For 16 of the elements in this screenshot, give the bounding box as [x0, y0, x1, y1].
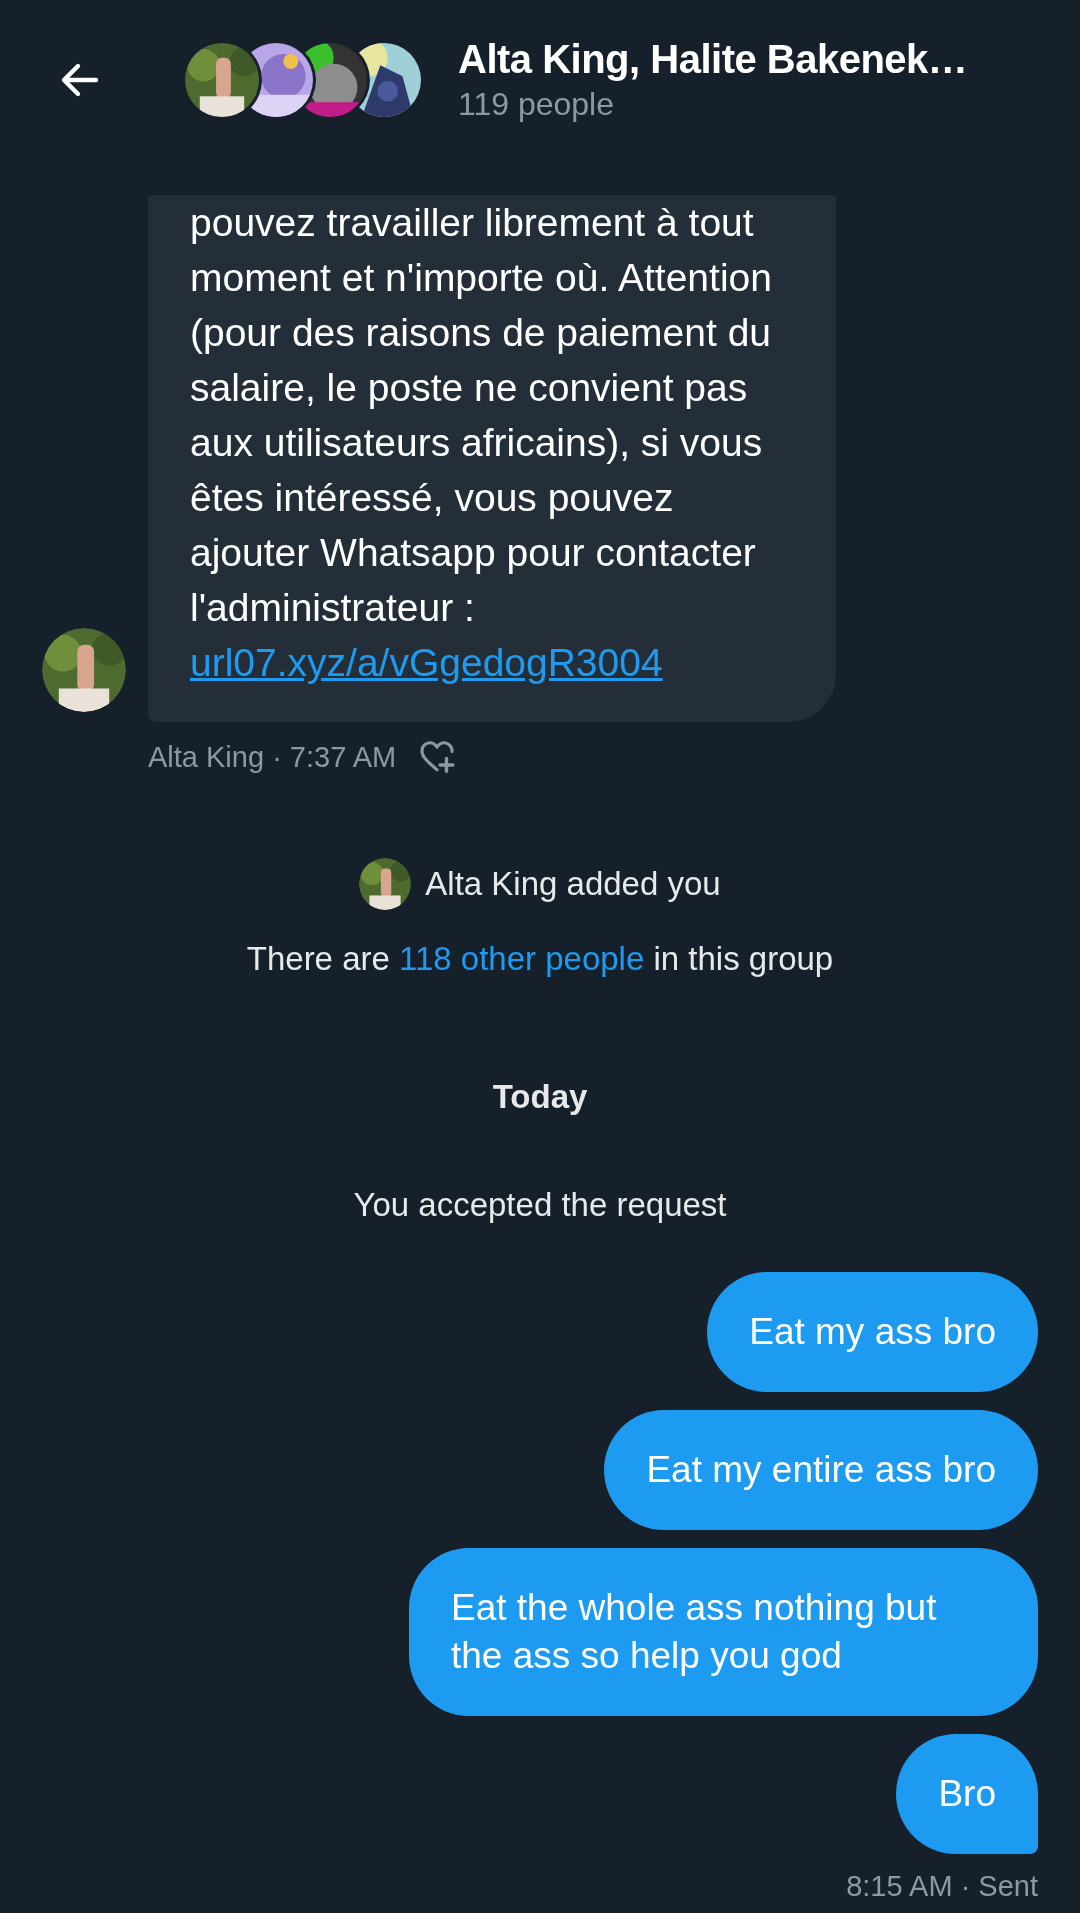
- message-status: 8:15 AM · Sent: [846, 1870, 1038, 1903]
- message-bubble: Eat my entire ass bro: [604, 1410, 1038, 1530]
- link[interactable]: url07.xyz/a/vGgedogR3004: [190, 641, 663, 684]
- link[interactable]: 118 other people: [399, 940, 645, 977]
- system-message: Alta King added you: [425, 865, 721, 903]
- message-bubble: Eat my ass bro: [707, 1272, 1038, 1392]
- message-meta: Alta King · 7:37 AM: [148, 740, 397, 774]
- system-message: There are 118 other people in this group: [246, 940, 834, 978]
- message-bubble: Eat the whole ass nothing but the ass so help you god: [409, 1548, 1038, 1716]
- heart-plus-icon[interactable]: [418, 738, 457, 776]
- group-title: Alta King, Halite Bakenek…: [458, 37, 968, 82]
- date-label: Today: [492, 1078, 588, 1116]
- system-message: You accepted the request: [353, 1186, 727, 1224]
- member-count: 119 people: [458, 86, 615, 123]
- message-bubble: Bro: [896, 1734, 1038, 1854]
- message-text: pouvez travailler librement à tout moment et n'importe où. Attention (pour des raisons de paiement du salaire, le poste ne convient pas aux utilisateurs africains), si vous êtes intéressé, vous pouvez ajouter Whatsapp pour contacter l'administrateur : url07.xyz/a/vGgedogR3004: [190, 200, 773, 686]
